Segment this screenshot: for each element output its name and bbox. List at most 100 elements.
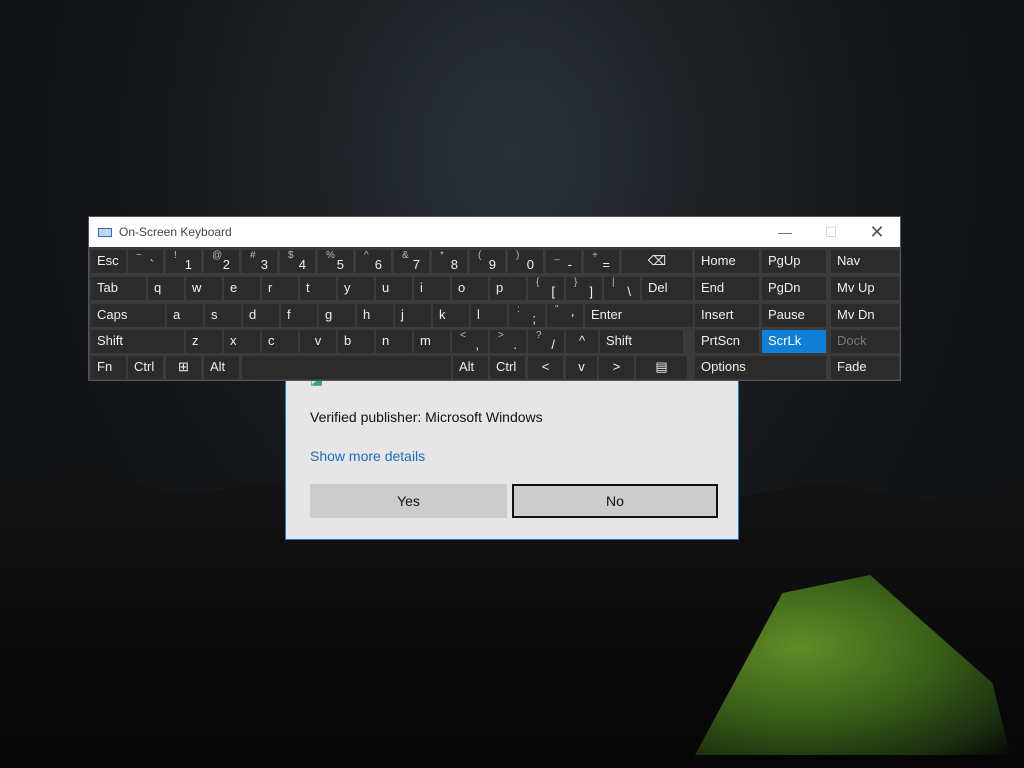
key-9[interactable]: (9 <box>470 250 505 273</box>
key-sym[interactable]: _ - <box>546 250 581 273</box>
key-f[interactable]: f <box>281 304 317 327</box>
yes-button[interactable]: Yes <box>310 484 507 518</box>
key-2[interactable]: @2 <box>204 250 239 273</box>
key-dock[interactable]: Dock <box>831 330 899 353</box>
key-insert[interactable]: Insert <box>695 304 759 327</box>
key-v[interactable]: v <box>300 330 336 353</box>
key-scrlk[interactable]: ScrLk <box>762 330 826 353</box>
key-r[interactable]: r <box>262 277 298 300</box>
key-fade[interactable]: Fade <box>831 356 899 379</box>
key-p[interactable]: p <box>490 277 526 300</box>
key-5[interactable]: % 5 <box>318 250 353 273</box>
no-button[interactable]: No <box>512 484 718 518</box>
key-label: ^ <box>578 333 586 348</box>
key-l[interactable]: l <box>471 304 507 327</box>
key-a[interactable]: a <box>167 304 203 327</box>
key-label: Options <box>701 359 746 374</box>
key-g[interactable]: g <box>319 304 355 327</box>
key-m[interactable]: m <box>414 330 450 353</box>
key-fn[interactable]: Fn <box>91 356 126 379</box>
key-options[interactable]: Options <box>695 356 826 379</box>
key-sym[interactable]: <, <box>452 330 488 353</box>
show-more-details-link[interactable]: Show more details <box>310 448 425 464</box>
key-del[interactable]: Del <box>642 277 693 300</box>
title-bar[interactable]: On-Screen Keyboard — ☐ ✕ <box>89 217 900 247</box>
key-label: > <box>612 359 621 374</box>
key-label: Tab <box>97 280 118 295</box>
key-pause[interactable]: Pause <box>762 304 826 327</box>
key-sym[interactable]: " ' <box>547 304 583 327</box>
key-z[interactable]: z <box>186 330 222 353</box>
key-shift[interactable]: Shift <box>91 330 184 353</box>
key-sym[interactable]: + = <box>584 250 619 273</box>
key-u[interactable]: u <box>376 277 412 300</box>
key-h[interactable]: h <box>357 304 393 327</box>
key-sym[interactable]: :; <box>509 304 545 327</box>
key-n[interactable]: n <box>376 330 412 353</box>
key-x[interactable]: x <box>224 330 260 353</box>
key-pgdn[interactable]: PgDn <box>762 277 826 300</box>
key-d[interactable]: d <box>243 304 279 327</box>
key-mv-dn[interactable]: Mv Dn <box>831 304 899 327</box>
key-e[interactable]: e <box>224 277 260 300</box>
key-esc[interactable]: Esc <box>91 250 126 273</box>
key-4[interactable]: $4 <box>280 250 315 273</box>
key-enter[interactable]: Enter <box>585 304 693 327</box>
key-nav[interactable]: Nav <box>831 250 899 273</box>
key-end[interactable]: End <box>695 277 759 300</box>
key-o[interactable]: o <box>452 277 488 300</box>
key-sym[interactable]: | \ <box>604 277 640 300</box>
key-mv-up[interactable]: Mv Up <box>831 277 899 300</box>
key-shift-label: ( <box>478 250 482 261</box>
key-1[interactable]: ! 1 <box>166 250 201 273</box>
key-j[interactable]: j <box>395 304 431 327</box>
key-shift-label: * <box>440 250 444 261</box>
minimize-button[interactable]: — <box>762 217 808 247</box>
key-8[interactable]: * 8 <box>432 250 467 273</box>
key-c[interactable]: c <box>262 330 298 353</box>
key-sym[interactable]: {[ <box>528 277 564 300</box>
key-backspace[interactable]: ⌫ <box>622 250 692 273</box>
key-alt[interactable]: Alt <box>204 356 239 379</box>
key-3[interactable]: #3 <box>242 250 277 273</box>
key-label: Fade <box>837 359 867 374</box>
key-sym[interactable]: ? / <box>528 330 564 353</box>
close-button[interactable]: ✕ <box>854 217 900 247</box>
key-sym[interactable]: }] <box>566 277 602 300</box>
key-k[interactable]: k <box>433 304 469 327</box>
key-w[interactable]: w <box>186 277 222 300</box>
key-i[interactable]: i <box>414 277 450 300</box>
key-6[interactable]: ^ 6 <box>356 250 391 273</box>
key-shift[interactable]: Shift <box>600 330 683 353</box>
key-label: ScrLk <box>768 333 802 348</box>
key-sym[interactable]: ~ ` <box>128 250 163 273</box>
key-b[interactable]: b <box>338 330 374 353</box>
key-t[interactable]: t <box>300 277 336 300</box>
key-label: Caps <box>97 307 128 322</box>
key-label: h <box>363 307 371 322</box>
key-sym[interactable]: < <box>528 356 563 379</box>
key-q[interactable]: q <box>148 277 184 300</box>
key-menu[interactable]: ▤ <box>636 356 687 379</box>
key-label: Ctrl <box>134 359 155 374</box>
key-tab[interactable]: Tab <box>91 277 146 300</box>
key-v[interactable]: v <box>566 356 597 379</box>
key-sym[interactable]: > <box>599 356 634 379</box>
key-alt[interactable]: Alt <box>453 356 488 379</box>
key-sym[interactable]: ^ <box>566 330 598 353</box>
key-ctrl[interactable]: Ctrl <box>490 356 525 379</box>
key-ctrl[interactable]: Ctrl <box>128 356 163 379</box>
maximize-button[interactable]: ☐ <box>808 217 854 247</box>
key-home[interactable]: Home <box>695 250 759 273</box>
key-0[interactable]: ) 0 <box>508 250 543 273</box>
key-pgup[interactable]: PgUp <box>762 250 826 273</box>
key-space[interactable] <box>242 356 451 379</box>
key-label: Del <box>648 280 668 295</box>
key-caps[interactable]: Caps <box>91 304 165 327</box>
key-y[interactable]: y <box>338 277 374 300</box>
key-s[interactable]: s <box>205 304 241 327</box>
key-prtscn[interactable]: PrtScn <box>695 330 759 353</box>
key-windows[interactable]: ⊞ <box>166 356 201 379</box>
key-sym[interactable]: >. <box>490 330 526 353</box>
key-7[interactable]: & 7 <box>394 250 429 273</box>
